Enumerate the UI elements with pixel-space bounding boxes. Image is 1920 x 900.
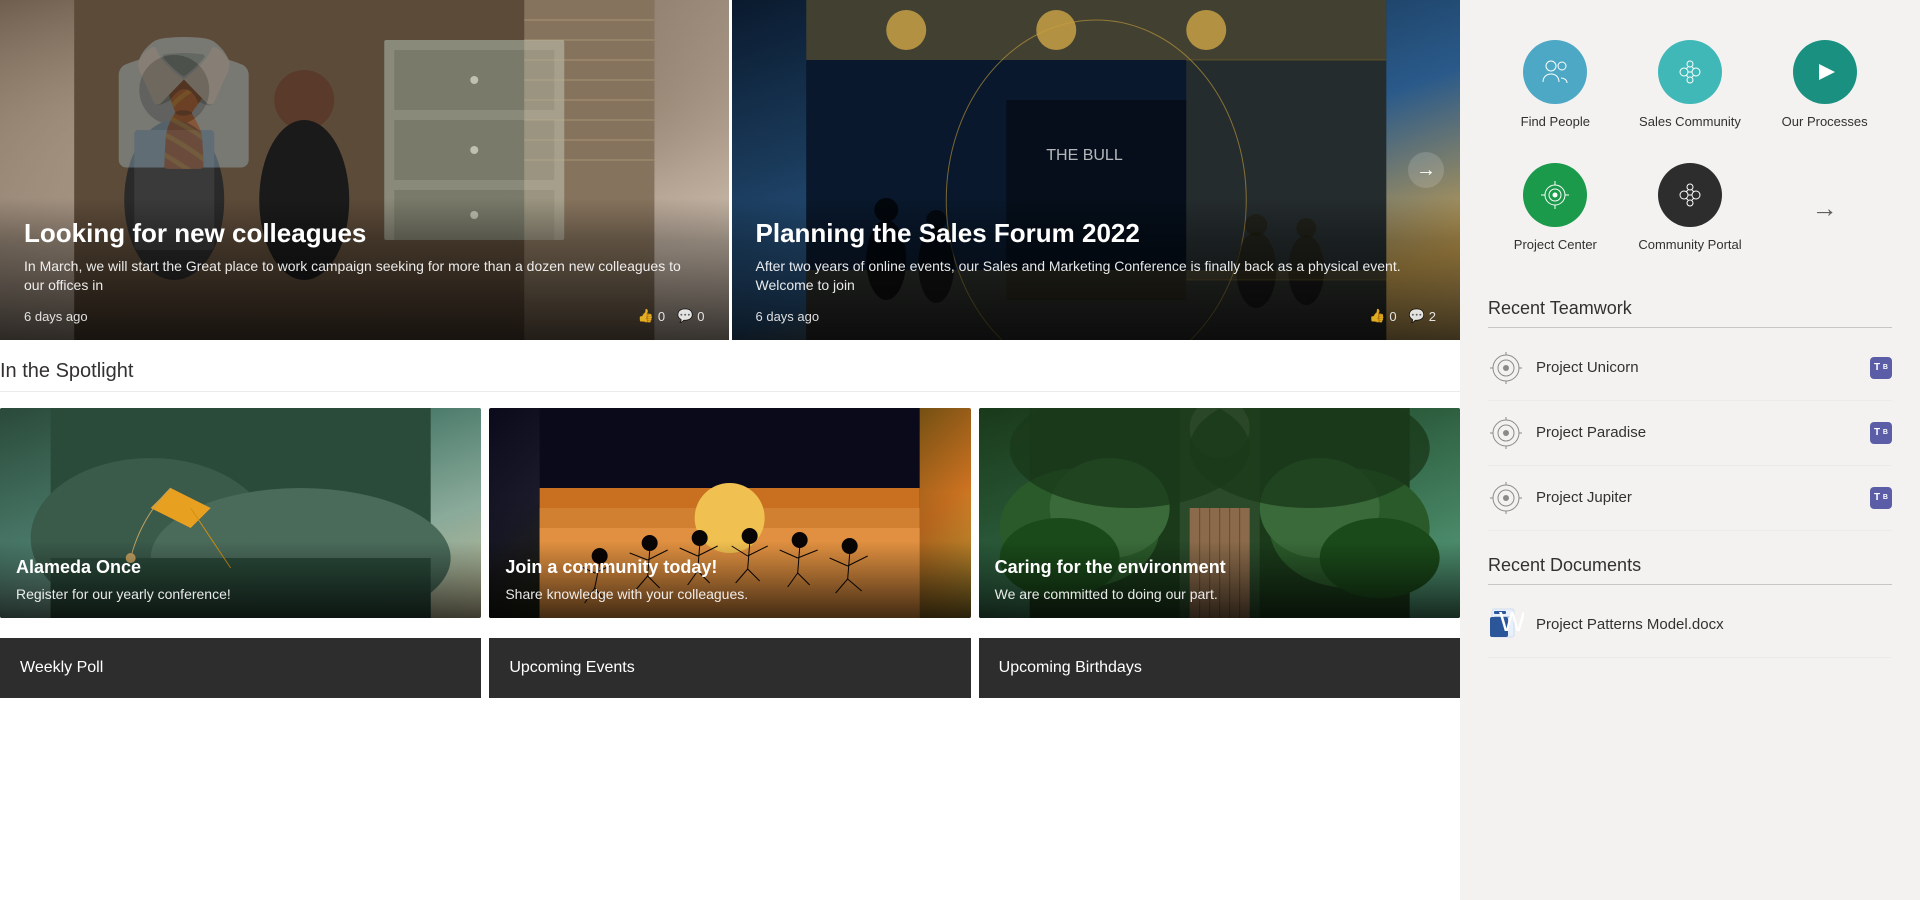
quick-links-grid: Find People Sales Community (1488, 24, 1892, 270)
quick-link-community-portal[interactable]: Community Portal (1623, 147, 1758, 270)
spotlight-card-3-desc: We are committed to doing our part. (995, 586, 1444, 602)
document-1-name: Project Patterns Model.docx (1536, 616, 1724, 633)
spotlight-card-3-title: Caring for the environment (995, 557, 1444, 578)
our-processes-label: Our Processes (1782, 114, 1868, 131)
hero-next-button[interactable]: → (1408, 152, 1444, 188)
weekly-poll-bar[interactable]: Weekly Poll (0, 638, 481, 698)
hero-card-2-actions: 👍 0 💬 2 (1369, 308, 1436, 324)
hero-banner: Looking for new colleagues In March, we … (0, 0, 1460, 340)
hero-card-2-comments[interactable]: 💬 2 (1409, 308, 1436, 324)
hero-card-1-date: 6 days ago (24, 309, 88, 324)
spotlight-card-1[interactable]: Alameda Once Register for our yearly con… (0, 408, 481, 618)
upcoming-events-bar[interactable]: Upcoming Events (489, 638, 970, 698)
project-paradise-name: Project Paradise (1536, 424, 1858, 441)
teamwork-item-paradise[interactable]: Project Paradise T B (1488, 401, 1892, 466)
spotlight-card-2-desc: Share knowledge with your colleagues. (505, 586, 954, 602)
sidebar: Find People Sales Community (1460, 0, 1920, 900)
main-content: Looking for new colleagues In March, we … (0, 0, 1460, 900)
spotlight-card-2-title: Join a community today! (505, 557, 954, 578)
project-jupiter-icon (1488, 480, 1524, 516)
spotlight-card-2[interactable]: Join a community today! Share knowledge … (489, 408, 970, 618)
hero-card-2-title: Planning the Sales Forum 2022 (756, 218, 1437, 249)
weekly-poll-label: Weekly Poll (20, 659, 103, 677)
upcoming-birthdays-label: Upcoming Birthdays (999, 659, 1142, 677)
comment-icon-2: 💬 (1409, 308, 1425, 324)
document-item-1[interactable]: W Project Patterns Model.docx (1488, 593, 1892, 658)
quick-link-sales-community[interactable]: Sales Community (1623, 24, 1758, 147)
hero-card-2-overlay: Planning the Sales Forum 2022 After two … (732, 198, 1461, 340)
project-jupiter-name: Project Jupiter (1536, 489, 1858, 506)
spotlight-card-3-overlay: Caring for the environment We are commit… (979, 541, 1460, 618)
project-unicorn-name: Project Unicorn (1536, 359, 1858, 376)
word-doc-icon: W (1488, 607, 1524, 643)
like-icon: 👍 (638, 308, 654, 324)
comment-icon: 💬 (677, 308, 693, 324)
spotlight-card-1-overlay: Alameda Once Register for our yearly con… (0, 541, 481, 618)
spotlight-card-1-desc: Register for our yearly conference! (16, 586, 465, 602)
quick-link-our-processes[interactable]: Our Processes (1757, 24, 1892, 147)
recent-teamwork-header: Recent Teamwork (1488, 298, 1892, 328)
hero-card-1-overlay: Looking for new colleagues In March, we … (0, 198, 729, 340)
hero-card-2-footer: 6 days ago 👍 0 💬 2 (756, 308, 1437, 324)
find-people-icon (1523, 40, 1587, 104)
like-icon-2: 👍 (1369, 308, 1385, 324)
hero-card-1-desc: In March, we will start the Great place … (24, 257, 705, 296)
sales-community-icon (1658, 40, 1722, 104)
hero-card-2[interactable]: THE BULL (729, 0, 1461, 340)
community-portal-icon (1658, 163, 1722, 227)
hero-card-1[interactable]: Looking for new colleagues In March, we … (0, 0, 729, 340)
project-unicorn-teams-badge: T B (1870, 357, 1892, 379)
hero-card-1-comments[interactable]: 💬 0 (677, 308, 704, 324)
project-paradise-icon (1488, 415, 1524, 451)
teamwork-item-jupiter[interactable]: Project Jupiter T B (1488, 466, 1892, 531)
spotlight-title: In the Spotlight (0, 360, 1460, 392)
hero-card-1-footer: 6 days ago 👍 0 💬 0 (24, 308, 705, 324)
hero-card-2-desc: After two years of online events, our Sa… (756, 257, 1437, 296)
project-center-label: Project Center (1514, 237, 1597, 254)
quick-link-find-people[interactable]: Find People (1488, 24, 1623, 147)
recent-documents-header: Recent Documents (1488, 555, 1892, 585)
project-jupiter-teams-badge: T B (1870, 487, 1892, 509)
recent-teamwork-section: Recent Teamwork Project Unicorn T B (1488, 298, 1892, 531)
svg-text:THE BULL: THE BULL (1046, 147, 1123, 164)
hero-card-1-title: Looking for new colleagues (24, 218, 705, 249)
spotlight-section: In the Spotlight (0, 340, 1460, 630)
quick-link-project-center[interactable]: Project Center (1488, 147, 1623, 270)
sales-community-label: Sales Community (1639, 114, 1741, 131)
teamwork-item-unicorn[interactable]: Project Unicorn T B (1488, 336, 1892, 401)
hero-card-2-likes[interactable]: 👍 0 (1369, 308, 1396, 324)
hero-card-1-actions: 👍 0 💬 0 (638, 308, 705, 324)
recent-documents-section: Recent Documents W Project Patterns Mode… (1488, 555, 1892, 658)
spotlight-card-2-overlay: Join a community today! Share knowledge … (489, 541, 970, 618)
quick-links-more[interactable]: → (1757, 147, 1892, 270)
project-center-icon (1523, 163, 1587, 227)
community-portal-label: Community Portal (1638, 237, 1741, 254)
more-arrow-icon: → (1812, 193, 1838, 224)
svg-text:W: W (1499, 607, 1524, 637)
our-processes-icon (1793, 40, 1857, 104)
spotlight-card-3[interactable]: Caring for the environment We are commit… (979, 408, 1460, 618)
hero-card-2-date: 6 days ago (756, 309, 820, 324)
spotlight-card-1-title: Alameda Once (16, 557, 465, 578)
find-people-label: Find People (1521, 114, 1590, 131)
spotlight-grid: Alameda Once Register for our yearly con… (0, 408, 1460, 618)
bottom-bars: Weekly Poll Upcoming Events Upcoming Bir… (0, 638, 1460, 698)
project-paradise-teams-badge: T B (1870, 422, 1892, 444)
upcoming-events-label: Upcoming Events (509, 659, 634, 677)
project-unicorn-icon (1488, 350, 1524, 386)
upcoming-birthdays-bar[interactable]: Upcoming Birthdays (979, 638, 1460, 698)
hero-card-1-likes[interactable]: 👍 0 (638, 308, 665, 324)
